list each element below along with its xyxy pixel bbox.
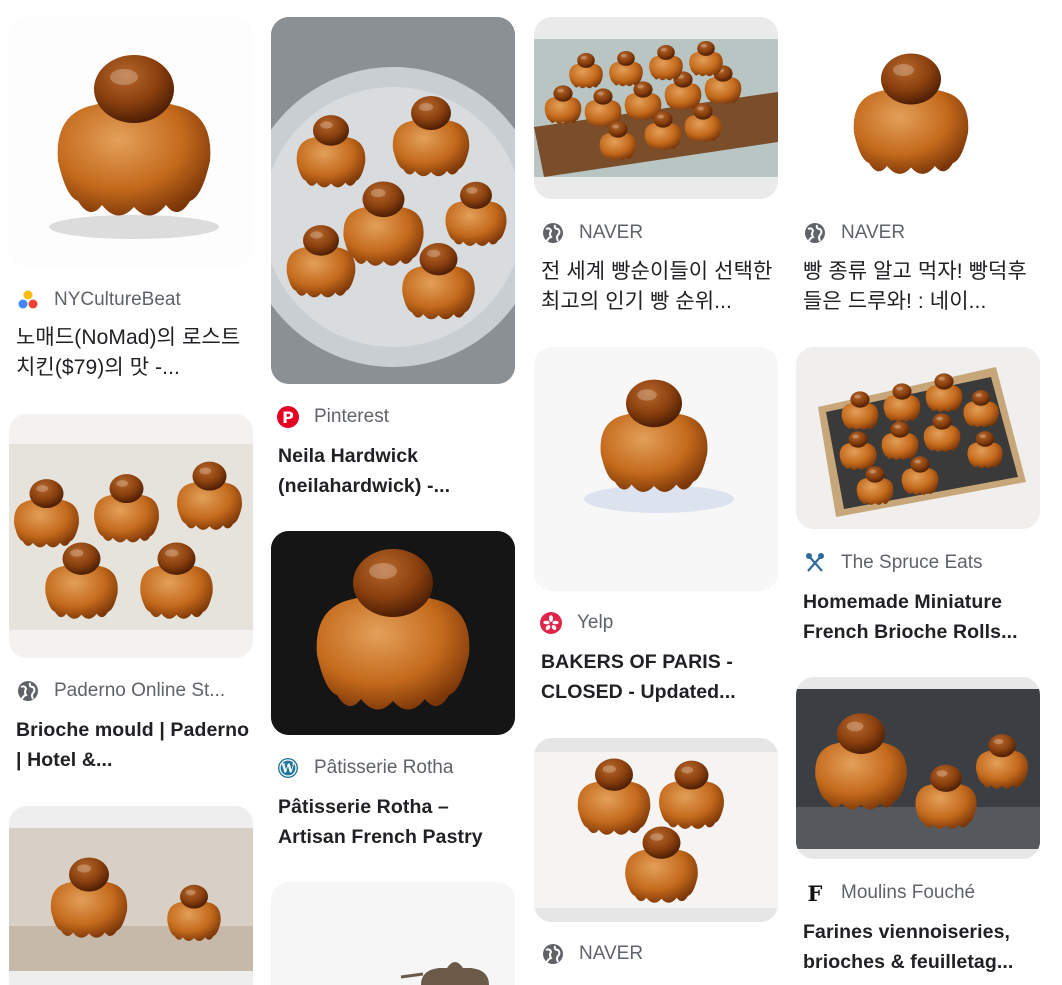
svg-text:P: P — [282, 408, 294, 427]
globe-icon — [17, 680, 39, 702]
result-source[interactable]: NYCultureBeat — [17, 289, 181, 311]
result-title[interactable]: ... — [541, 978, 775, 985]
result-title[interactable]: Brioche mould | Paderno | Hotel &... — [16, 715, 250, 775]
result-thumbnail[interactable] — [9, 17, 253, 267]
result-source[interactable]: W Pâtisserie Rotha — [277, 757, 453, 779]
result-title[interactable]: Pâtisserie Rotha – Artisan French Pastry — [278, 792, 512, 852]
result-thumbnail[interactable] — [271, 531, 515, 735]
svg-text:W: W — [280, 762, 295, 776]
result-title[interactable]: Farines viennoiseries, brioches & feuill… — [803, 917, 1037, 977]
globe-icon — [542, 222, 564, 244]
result-title[interactable]: 빵 종류 알고 먹자! 빵덕후들은 드루와! : 네이... — [803, 257, 1037, 317]
nyculturebeat-logo-icon — [17, 289, 39, 311]
result-source[interactable]: NAVER — [542, 222, 643, 244]
result-thumbnail[interactable] — [796, 677, 1040, 859]
result-source[interactable]: F Moulins Fouché — [804, 881, 976, 906]
result-title[interactable]: Neila Hardwick (neilahardwick) -... — [278, 441, 512, 501]
result-thumbnail[interactable] — [534, 17, 778, 199]
result-thumbnail[interactable] — [9, 806, 253, 985]
yelp-logo-icon — [540, 612, 562, 634]
result-source[interactable]: NAVER — [804, 222, 905, 244]
result-title[interactable]: Homemade Miniature French Brioche Rolls.… — [803, 587, 1037, 647]
spruce-eats-logo-icon — [804, 552, 826, 574]
result-title[interactable]: BAKERS OF PARIS - CLOSED - Updated... — [541, 647, 775, 707]
result-source[interactable]: The Spruce Eats — [804, 552, 983, 574]
result-thumbnail[interactable] — [271, 17, 515, 384]
moulins-fouche-logo-icon: F — [804, 881, 826, 906]
result-title[interactable]: 노매드(NoMad)의 로스트 치킨($79)의 맛 -... — [16, 323, 250, 383]
globe-icon — [542, 943, 564, 965]
result-thumbnail[interactable] — [534, 738, 778, 922]
result-thumbnail[interactable] — [796, 347, 1040, 529]
result-title[interactable]: 전 세계 빵순이들이 선택한 최고의 인기 빵 순위... — [541, 257, 775, 317]
result-source[interactable]: NAVER — [542, 943, 643, 965]
wordpress-logo-icon: W — [277, 757, 299, 779]
pinterest-logo-icon: P — [277, 406, 299, 428]
result-thumbnail[interactable] — [534, 347, 778, 591]
result-source[interactable]: Yelp — [540, 612, 613, 634]
svg-text:F: F — [808, 882, 823, 904]
globe-icon — [804, 222, 826, 244]
result-thumbnail[interactable] — [9, 414, 253, 658]
result-source[interactable]: Paderno Online St... — [17, 680, 225, 702]
result-thumbnail[interactable] — [271, 882, 515, 985]
result-source[interactable]: P Pinterest — [277, 406, 389, 428]
result-thumbnail[interactable] — [796, 17, 1040, 199]
